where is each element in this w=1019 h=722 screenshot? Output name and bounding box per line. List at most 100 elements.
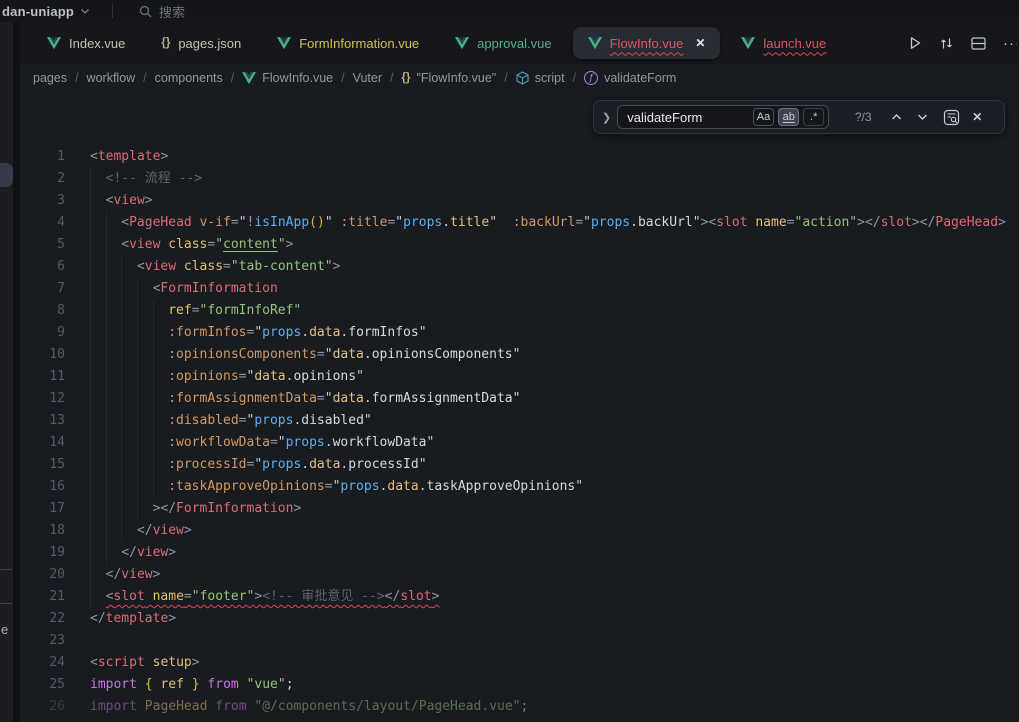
indent-guide <box>153 432 169 454</box>
code-text: <slot name="footer"><!-- 审批意见 --></slot> <box>90 586 439 608</box>
indent-guide <box>137 366 153 388</box>
breadcrumb-item-Vuter[interactable]: Vuter <box>353 71 382 85</box>
tab-FlowInfo.vue[interactable]: FlowInfo.vue✕ <box>573 27 721 59</box>
find-widget: ❯ Aa ab .* ?/3 ✕ <box>593 100 1005 134</box>
line-number[interactable]: 15 <box>20 454 65 476</box>
line-number[interactable]: 22 <box>20 608 65 630</box>
breadcrumb-item-components[interactable]: components <box>155 71 223 85</box>
line-number[interactable]: 3 <box>20 190 65 212</box>
code-line-9[interactable]: 9:formInfos="props.data.formInfos" <box>20 322 1019 344</box>
find-results-count: ?/3 <box>845 110 881 124</box>
project-name[interactable]: dan-uniapp <box>0 4 74 19</box>
tab-FormInformation.vue[interactable]: FormInformation.vue <box>262 27 434 59</box>
breadcrumb-item-pages[interactable]: pages <box>33 71 67 85</box>
toggle-replace-icon[interactable]: ❯ <box>602 111 611 124</box>
code-area[interactable]: 1<template>2 <!-- 流程 -->3<view>4<PageHead… <box>20 92 1019 722</box>
line-number[interactable]: 25 <box>20 674 65 696</box>
line-number[interactable]: 19 <box>20 542 65 564</box>
code-line-24[interactable]: 24<script setup> <box>20 652 1019 674</box>
code-line-3[interactable]: 3<view> <box>20 190 1019 212</box>
breadcrumb-separator: / <box>504 71 507 85</box>
code-line-8[interactable]: 8ref="formInfoRef" <box>20 300 1019 322</box>
code-line-26[interactable]: 26import PageHead from "@/components/lay… <box>20 696 1019 718</box>
line-number[interactable]: 13 <box>20 410 65 432</box>
line-number[interactable]: 1 <box>20 146 65 168</box>
line-number[interactable]: 23 <box>20 630 65 652</box>
code-line-17[interactable]: 17></FormInformation> <box>20 498 1019 520</box>
regex-toggle[interactable]: .* <box>803 108 824 126</box>
split-editor-icon[interactable] <box>971 37 986 50</box>
code-line-12[interactable]: 12:formAssignmentData="data.formAssignme… <box>20 388 1019 410</box>
code-line-20[interactable]: 20 </view> <box>20 564 1019 586</box>
line-number[interactable]: 26 <box>20 696 65 718</box>
code-line-13[interactable]: 13:disabled="props.disabled" <box>20 410 1019 432</box>
tab-launch.vue[interactable]: launch.vue <box>726 27 841 59</box>
code-line-7[interactable]: 7<FormInformation <box>20 278 1019 300</box>
code-text: <!-- 流程 --> <box>90 168 202 190</box>
line-number[interactable]: 10 <box>20 344 65 366</box>
tab-pages.json[interactable]: {}pages.json <box>146 27 256 59</box>
line-number[interactable]: 24 <box>20 652 65 674</box>
whole-word-toggle[interactable]: ab <box>778 108 799 126</box>
code-line-18[interactable]: 18</view> <box>20 520 1019 542</box>
find-close-icon[interactable]: ✕ <box>972 110 982 124</box>
breadcrumb-item-workflow[interactable]: workflow <box>87 71 136 85</box>
line-number[interactable]: 11 <box>20 366 65 388</box>
indent-guide <box>153 476 169 498</box>
line-number[interactable]: 20 <box>20 564 65 586</box>
tab-approval.vue[interactable]: approval.vue <box>440 27 566 59</box>
code-text: </view> <box>90 564 160 586</box>
code-line-2[interactable]: 2 <!-- 流程 --> <box>20 168 1019 190</box>
breadcrumb-item-script[interactable]: script <box>516 71 565 85</box>
chevron-down-icon[interactable] <box>80 7 90 15</box>
code-line-4[interactable]: 4<PageHead v-if="!isInApp()" :title="pro… <box>20 212 1019 234</box>
tab-close-icon[interactable]: ✕ <box>695 36 705 50</box>
breadcrumb-item-validateForm[interactable]: fvalidateForm <box>584 71 676 85</box>
breadcrumb-item-FlowInfo.vue[interactable]: {}"FlowInfo.vue" <box>402 71 497 85</box>
code-line-25[interactable]: 25import { ref } from "vue"; <box>20 674 1019 696</box>
line-number[interactable]: 4 <box>20 212 65 234</box>
line-number[interactable]: 21 <box>20 586 65 608</box>
sidebar-handle[interactable] <box>0 163 13 187</box>
run-icon[interactable] <box>908 36 922 50</box>
code-line-11[interactable]: 11:opinions="data.opinions" <box>20 366 1019 388</box>
previous-match-icon[interactable] <box>891 113 902 121</box>
code-line-21[interactable]: 21 <slot name="footer"><!-- 审批意见 --></slo… <box>20 586 1019 608</box>
indent-guide <box>121 278 137 300</box>
match-case-toggle[interactable]: Aa <box>753 108 774 126</box>
code-line-22[interactable]: 22</template> <box>20 608 1019 630</box>
line-number[interactable]: 6 <box>20 256 65 278</box>
line-number[interactable]: 18 <box>20 520 65 542</box>
indent-guide <box>153 454 169 476</box>
code-text: :opinionsComponents="data.opinionsCompon… <box>90 344 520 366</box>
code-line-14[interactable]: 14:workflowData="props.workflowData" <box>20 432 1019 454</box>
global-search[interactable]: 搜索 <box>139 2 185 21</box>
breadcrumb-item-FlowInfo.vue[interactable]: FlowInfo.vue <box>242 71 333 85</box>
code-line-23[interactable]: 23 <box>20 630 1019 652</box>
code-line-19[interactable]: 19</view> <box>20 542 1019 564</box>
next-match-icon[interactable] <box>917 113 928 121</box>
line-number[interactable]: 2 <box>20 168 65 190</box>
line-number[interactable]: 9 <box>20 322 65 344</box>
more-actions-icon[interactable]: ··· <box>1003 35 1017 52</box>
code-line-1[interactable]: 1<template> <box>20 146 1019 168</box>
code-line-16[interactable]: 16:taskApproveOpinions="props.data.taskA… <box>20 476 1019 498</box>
line-number[interactable]: 17 <box>20 498 65 520</box>
find-input[interactable] <box>627 110 749 125</box>
line-number[interactable]: 8 <box>20 300 65 322</box>
tab-label: FormInformation.vue <box>299 36 419 51</box>
code-line-15[interactable]: 15:processId="props.data.processId" <box>20 454 1019 476</box>
find-in-selection-icon[interactable] <box>943 109 960 126</box>
code-line-6[interactable]: 6<view class="tab-content"> <box>20 256 1019 278</box>
line-number[interactable]: 12 <box>20 388 65 410</box>
compare-changes-icon[interactable] <box>939 36 954 51</box>
indent-guide <box>137 322 153 344</box>
line-number[interactable]: 14 <box>20 432 65 454</box>
code-line-10[interactable]: 10 :opinionsComponents="data.opinionsComp… <box>20 344 1019 366</box>
module-cube-icon <box>516 71 529 85</box>
line-number[interactable]: 16 <box>20 476 65 498</box>
tab-Index.vue[interactable]: Index.vue <box>32 27 140 59</box>
code-line-5[interactable]: 5<view class="content"> <box>20 234 1019 256</box>
line-number[interactable]: 5 <box>20 234 65 256</box>
line-number[interactable]: 7 <box>20 278 65 300</box>
